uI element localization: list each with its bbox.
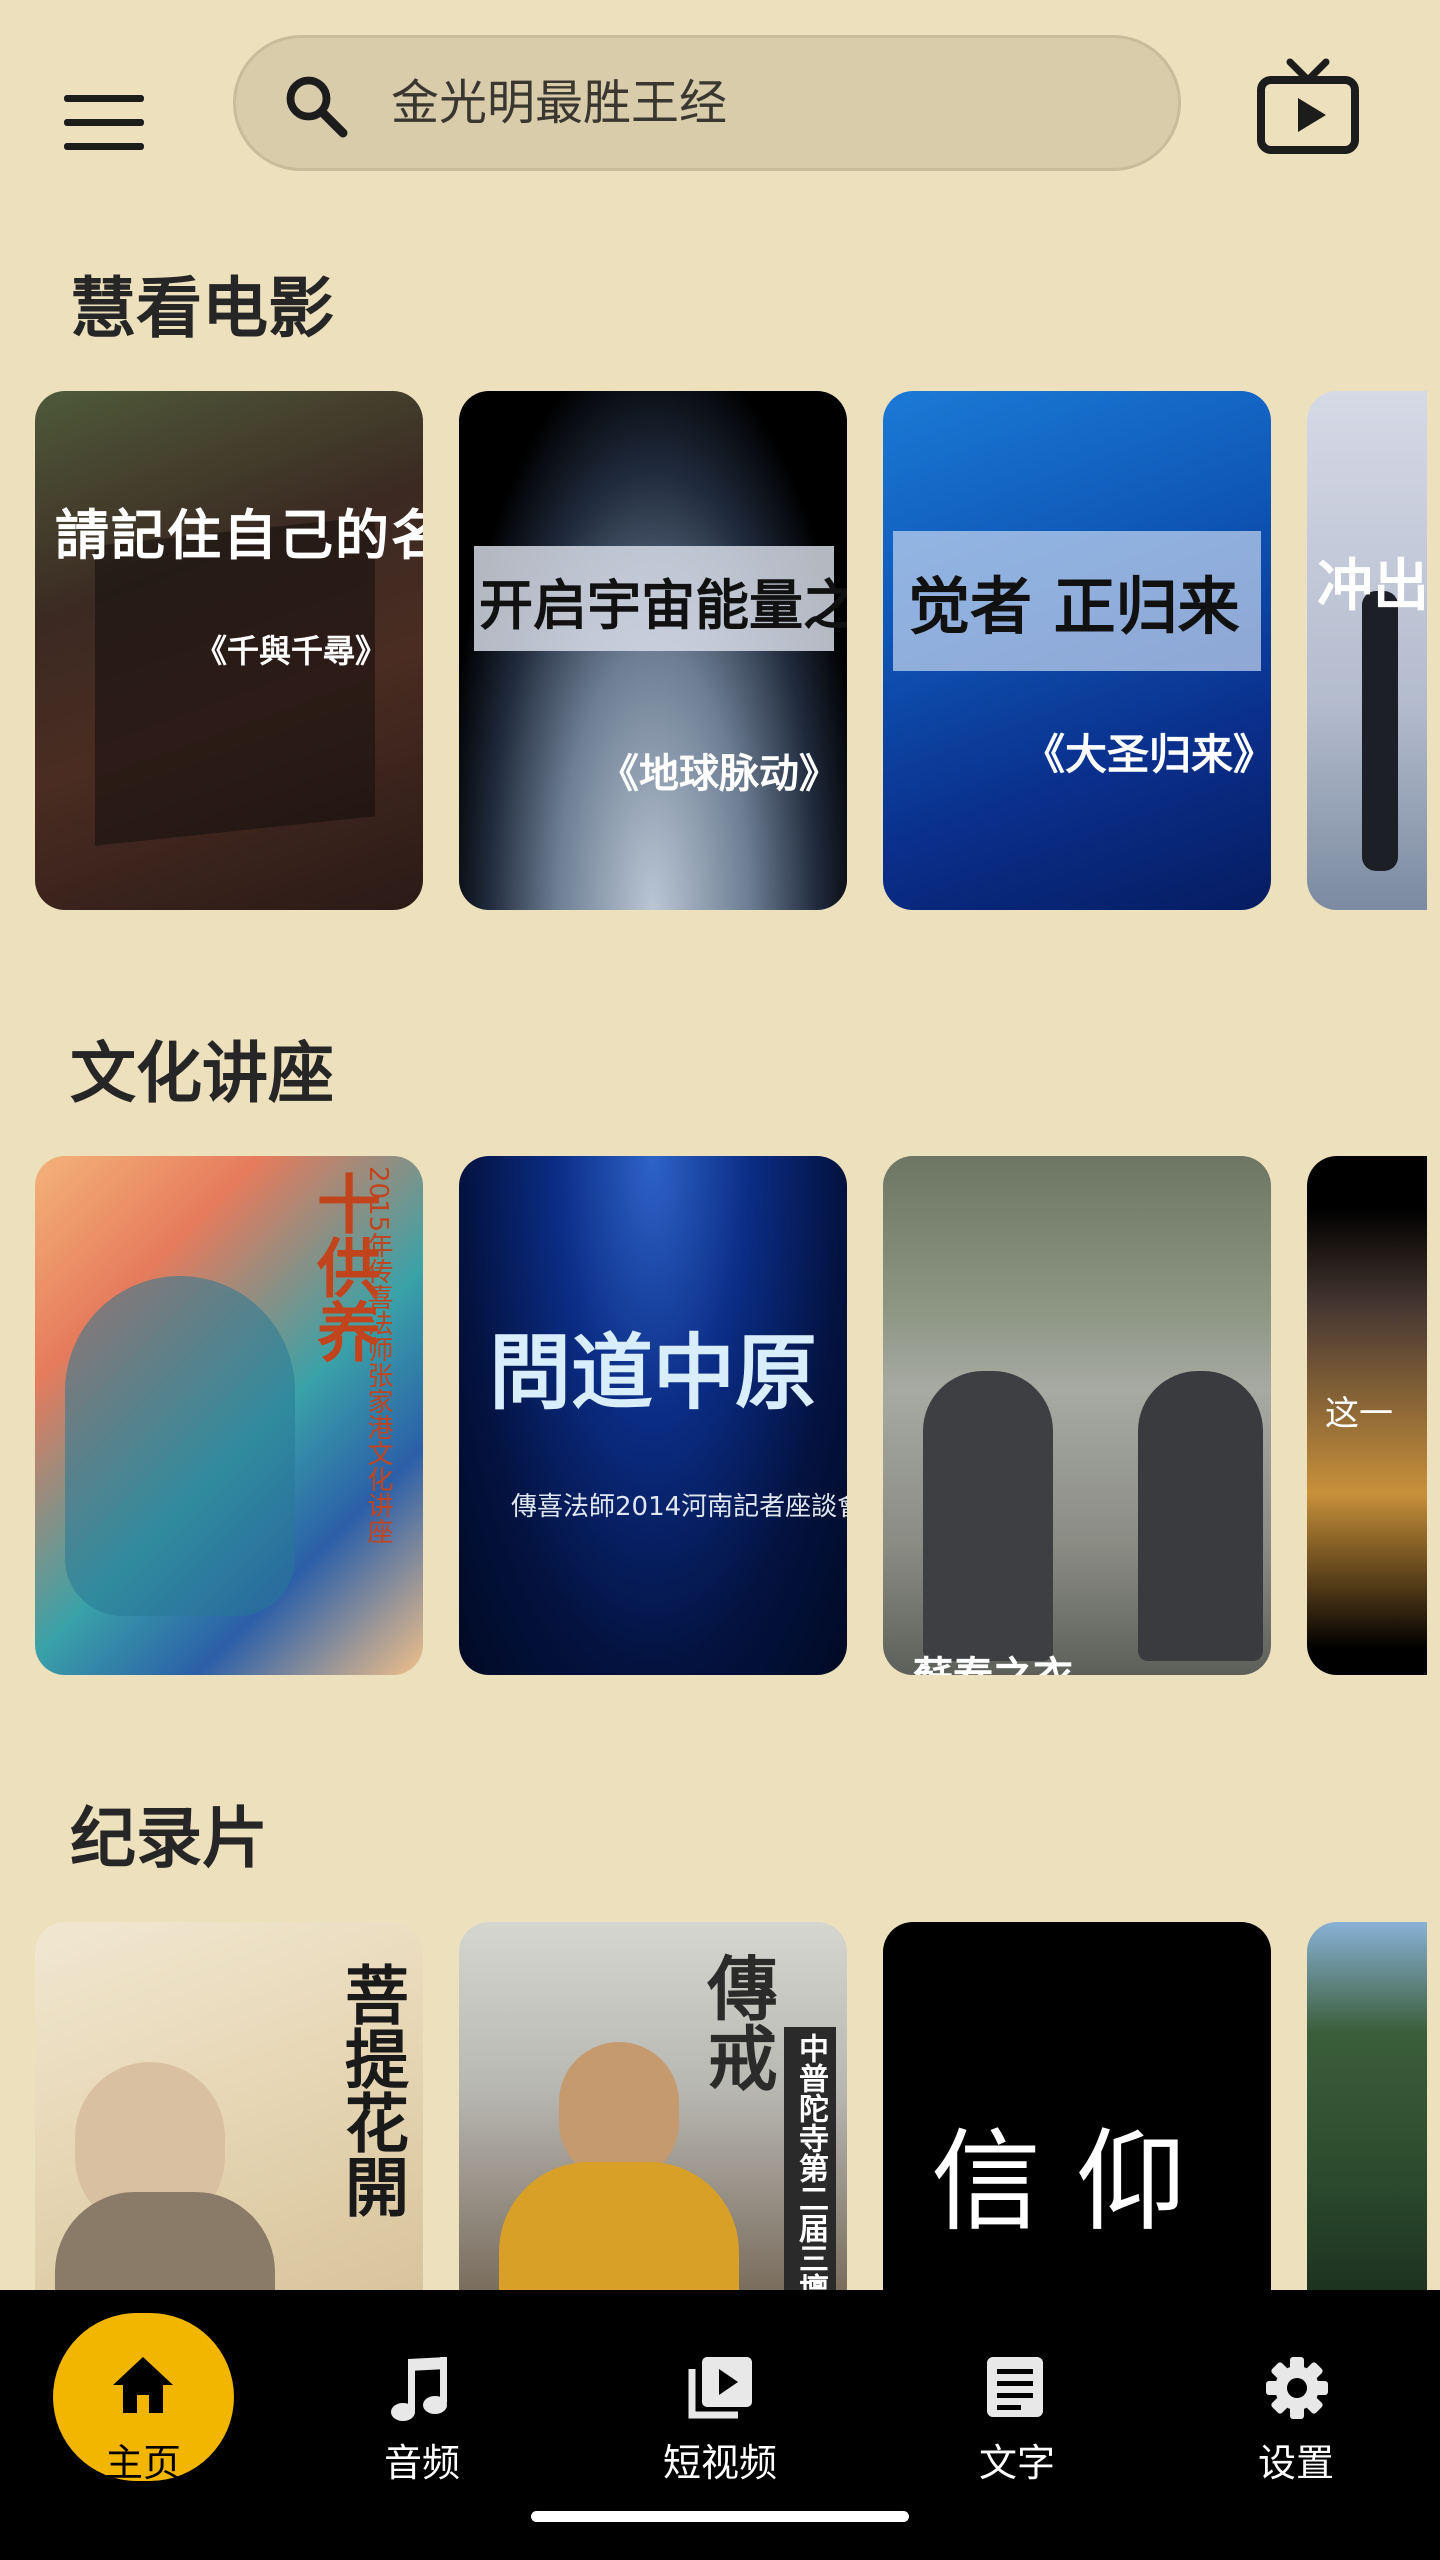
documentary-card-1[interactable]: 菩提花開	[35, 1922, 423, 2290]
nav-label-settings: 设置	[1257, 2441, 1334, 2485]
section-title-documentaries: 纪录片	[70, 1800, 268, 1877]
poster-subtitle: 《千與千尋》	[195, 632, 388, 670]
search-bar[interactable]: 金光明最胜王经	[233, 35, 1181, 171]
documentary-card-3[interactable]: 信 仰	[883, 1922, 1271, 2290]
poster-headline: 問道中原	[489, 1326, 818, 1421]
nav-label-short-video: 短视频	[662, 2441, 777, 2485]
movie-card-4[interactable]: 冲出	[1307, 391, 1427, 910]
nav-item-settings[interactable]: 设置	[1206, 2315, 1386, 2485]
nav-item-text[interactable]: 文字	[927, 2315, 1107, 2485]
poster-figure	[1138, 1371, 1263, 1661]
poster-headline: 这一	[1325, 1394, 1393, 1434]
search-icon	[286, 76, 348, 138]
movie-card-1[interactable]: 請記住自己的名字 《千與千尋》	[35, 391, 423, 910]
section-title-lectures: 文化讲座	[70, 1035, 334, 1112]
poster-headline: 請記住自己的名字	[55, 504, 423, 567]
poster-subtitle: 《大圣归来》	[1023, 730, 1271, 779]
article-icon	[987, 2357, 1043, 2417]
nav-item-audio[interactable]: 音频	[332, 2315, 512, 2485]
poster-figure	[1362, 591, 1398, 871]
nav-label-text: 文字	[978, 2441, 1055, 2485]
lecture-card-1[interactable]: 十供养 2015年传喜法师张家港文化讲座	[35, 1156, 423, 1675]
poster-headline: 冲出	[1317, 554, 1427, 619]
poster-robe	[499, 2162, 739, 2290]
video-library-icon	[688, 2357, 752, 2419]
poster-subtitle: 2015年传喜法师张家港文化讲座	[363, 1166, 393, 1545]
poster-portrait	[559, 2042, 679, 2182]
poster-robe	[55, 2192, 275, 2290]
poster-headline: 觉者 正归来	[908, 570, 1240, 643]
documentary-card-2[interactable]: 傳戒 中普陀寺第二届三壇	[459, 1922, 847, 2290]
poster-figures	[65, 1276, 295, 1616]
nav-label-home: 主页	[104, 2441, 181, 2485]
gesture-home-bar[interactable]	[531, 2511, 909, 2522]
nav-item-short-video[interactable]: 短视频	[630, 2315, 810, 2485]
nav-label-audio: 音频	[383, 2441, 460, 2485]
documentary-card-4[interactable]	[1307, 1922, 1427, 2290]
tv-play-icon[interactable]	[1256, 58, 1360, 156]
poster-headline: 蘇春之衣	[913, 1644, 1073, 1675]
movie-card-3[interactable]: 觉者 正归来 《大圣归来》	[883, 391, 1271, 910]
poster-headline: 开启宇宙能量之源	[479, 574, 847, 637]
section-title-movies: 慧看电影	[70, 270, 334, 347]
poster-headline: 傳戒	[696, 1952, 778, 2092]
poster-headline: 菩提花開	[334, 1962, 408, 2218]
poster-headline: 信 仰	[931, 2118, 1186, 2246]
poster-subtitle: 傳喜法師2014河南記者座談會	[511, 1492, 847, 1522]
music-note-icon	[391, 2357, 447, 2421]
top-bar: 金光明最胜王经	[0, 0, 1440, 220]
gear-icon	[1266, 2357, 1328, 2419]
poster-subtitle: 中普陀寺第二届三壇	[784, 2027, 836, 2290]
nav-item-home[interactable]: 主页	[53, 2315, 233, 2485]
movie-card-2[interactable]: 开启宇宙能量之源 《地球脉动》	[459, 391, 847, 910]
poster-subtitle: 《地球脉动》	[599, 751, 839, 797]
search-input[interactable]: 金光明最胜王经	[391, 38, 727, 168]
poster-figure	[923, 1371, 1053, 1661]
lecture-card-3[interactable]: 蘇春之衣	[883, 1156, 1271, 1675]
lecture-card-2[interactable]: 問道中原 傳喜法師2014河南記者座談會	[459, 1156, 847, 1675]
home-icon	[113, 2357, 173, 2413]
menu-icon[interactable]	[64, 95, 144, 151]
lecture-card-4[interactable]: 这一	[1307, 1156, 1427, 1675]
